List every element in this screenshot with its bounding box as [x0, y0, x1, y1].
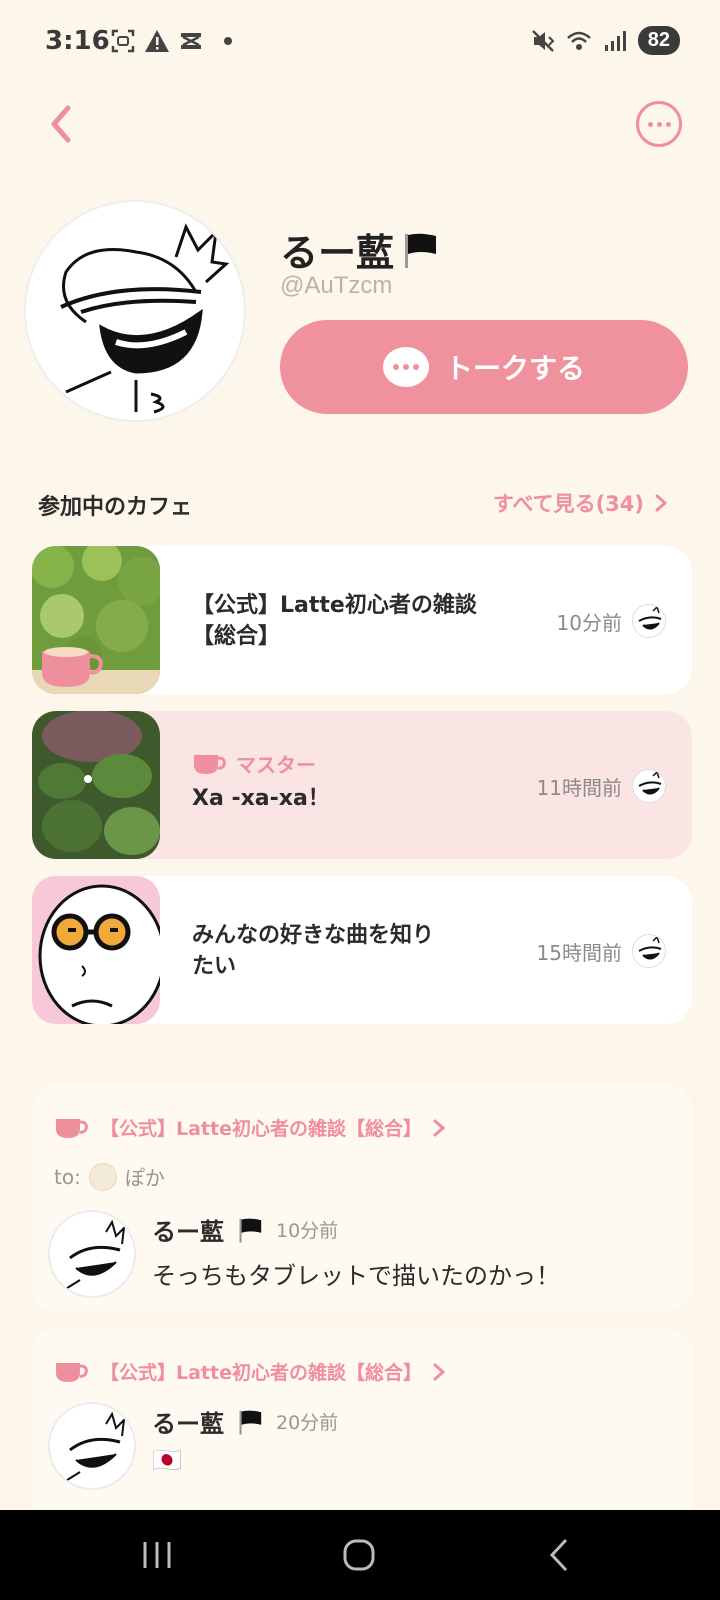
- post-author-name: るー藍: [152, 1410, 224, 1438]
- system-nav-bar: [0, 1510, 720, 1600]
- cafe-title-line2: たい: [192, 954, 237, 979]
- cafe-last-activity: 11時間前: [536, 776, 622, 800]
- post-card[interactable]: 【公式】Latte初心者の雑談【総合】 るー藍 20分前 🇯🇵: [32, 1328, 692, 1528]
- black-flag-icon: [405, 233, 437, 268]
- back-icon: [549, 1538, 568, 1572]
- post-cafe-link[interactable]: 【公式】Latte初心者の雑談【総合】: [54, 1114, 446, 1141]
- post-card[interactable]: 【公式】Latte初心者の雑談【総合】 to: ぽか るー藍 10分前 そっちも…: [32, 1084, 692, 1312]
- warning-icon: [145, 30, 169, 52]
- cafe-last-activity: 15時間前: [536, 941, 622, 965]
- cafe-card[interactable]: みんなの好きな曲を知り たい 15時間前: [32, 876, 692, 1024]
- talk-button-label: トークする: [444, 352, 585, 385]
- post-author: るー藍 10分前: [152, 1212, 338, 1247]
- see-all-label: すべて見る(34): [492, 492, 644, 516]
- chevron-right-icon: [655, 494, 668, 512]
- cafes-section-title: 参加中のカフェ: [38, 495, 193, 520]
- black-flag-icon: [239, 1218, 262, 1243]
- master-badge: マスター: [192, 749, 316, 778]
- signal-icon: [604, 30, 626, 51]
- coffee-cup-icon: [56, 1362, 88, 1382]
- cafe-title-line1: みんなの好きな曲を知り: [192, 923, 435, 948]
- user-avatar: [632, 769, 666, 803]
- status-icons-left: [110, 28, 232, 54]
- screenshot-icon: [111, 29, 135, 53]
- cafe-title-line2: 【総合】: [192, 624, 281, 649]
- doodle-face-image: [60, 223, 230, 414]
- user-avatar: [632, 934, 666, 968]
- profile-name-text: るー藍: [280, 231, 395, 275]
- post-cafe-name: 【公式】Latte初心者の雑談【総合】: [100, 1118, 422, 1140]
- chevron-left-icon: [51, 105, 71, 143]
- status-icons-right: 82: [530, 26, 680, 55]
- user-avatar: [632, 604, 666, 638]
- post-author-avatar[interactable]: [48, 1210, 136, 1298]
- cafe-last-activity: 10分前: [556, 611, 622, 635]
- cafe-thumbnail: [32, 546, 160, 694]
- to-label: to:: [54, 1164, 81, 1189]
- status-bar: 3:16 82: [0, 0, 720, 84]
- profile-name: るー藍: [280, 222, 440, 277]
- profile-handle: @AuTzcm: [280, 272, 393, 299]
- post-author-avatar[interactable]: [48, 1402, 136, 1490]
- more-options-button[interactable]: [636, 101, 682, 147]
- post-text: そっちもタブレットで描いたのかっ！: [152, 1262, 560, 1290]
- post-cafe-name: 【公式】Latte初心者の雑談【総合】: [100, 1362, 422, 1384]
- cafe-card[interactable]: 【公式】Latte初心者の雑談 【総合】 10分前: [32, 546, 692, 694]
- recipient-avatar: [88, 1162, 117, 1191]
- recent-apps-icon: [143, 1542, 171, 1568]
- post-cafe-link[interactable]: 【公式】Latte初心者の雑談【総合】: [54, 1358, 446, 1385]
- coffee-cup-icon: [56, 1118, 88, 1138]
- cafe-title-line1: Xa -xa-xa！: [192, 786, 330, 811]
- back-button[interactable]: [42, 100, 82, 148]
- recent-apps-button[interactable]: [132, 1532, 182, 1578]
- cafe-title: みんなの好きな曲を知り たい: [192, 920, 522, 982]
- wifi-icon: [566, 31, 591, 50]
- post-time: 20分前: [276, 1412, 339, 1434]
- post-recipient: to: ぽか: [54, 1162, 165, 1191]
- more-horizontal-icon: [647, 121, 671, 127]
- profile-avatar[interactable]: [24, 200, 246, 422]
- cafe-thumbnail: [32, 876, 160, 1024]
- coffee-cup-icon: [194, 754, 226, 774]
- app-icon: [181, 33, 201, 49]
- post-time: 10分前: [276, 1220, 339, 1242]
- talk-button[interactable]: トークする: [280, 320, 688, 414]
- system-back-button[interactable]: [536, 1532, 586, 1578]
- see-all-link[interactable]: すべて見る(34): [493, 488, 668, 518]
- home-button[interactable]: [334, 1532, 384, 1578]
- chat-bubble-icon: [382, 347, 429, 387]
- status-time: 3:16: [45, 26, 110, 56]
- cafe-title: Xa -xa-xa！: [192, 783, 522, 814]
- home-icon: [343, 1539, 375, 1571]
- black-flag-icon: [239, 1410, 262, 1435]
- master-label: マスター: [236, 753, 316, 777]
- recipient-name: ぽか: [124, 1166, 165, 1190]
- chevron-right-icon: [433, 1119, 446, 1136]
- mute-icon: [531, 29, 555, 52]
- post-author: るー藍 20分前: [152, 1404, 338, 1439]
- cafe-title-line1: 【公式】Latte初心者の雑談: [192, 593, 477, 618]
- chevron-right-icon: [433, 1363, 446, 1380]
- cafe-thumbnail: [32, 711, 160, 859]
- battery-indicator: 82: [637, 26, 680, 55]
- dot-icon: [224, 37, 232, 45]
- cafe-title: 【公式】Latte初心者の雑談 【総合】: [192, 590, 522, 652]
- post-text: 🇯🇵: [152, 1446, 182, 1474]
- cafe-card[interactable]: マスター Xa -xa-xa！ 11時間前: [32, 711, 692, 859]
- post-author-name: るー藍: [152, 1218, 224, 1246]
